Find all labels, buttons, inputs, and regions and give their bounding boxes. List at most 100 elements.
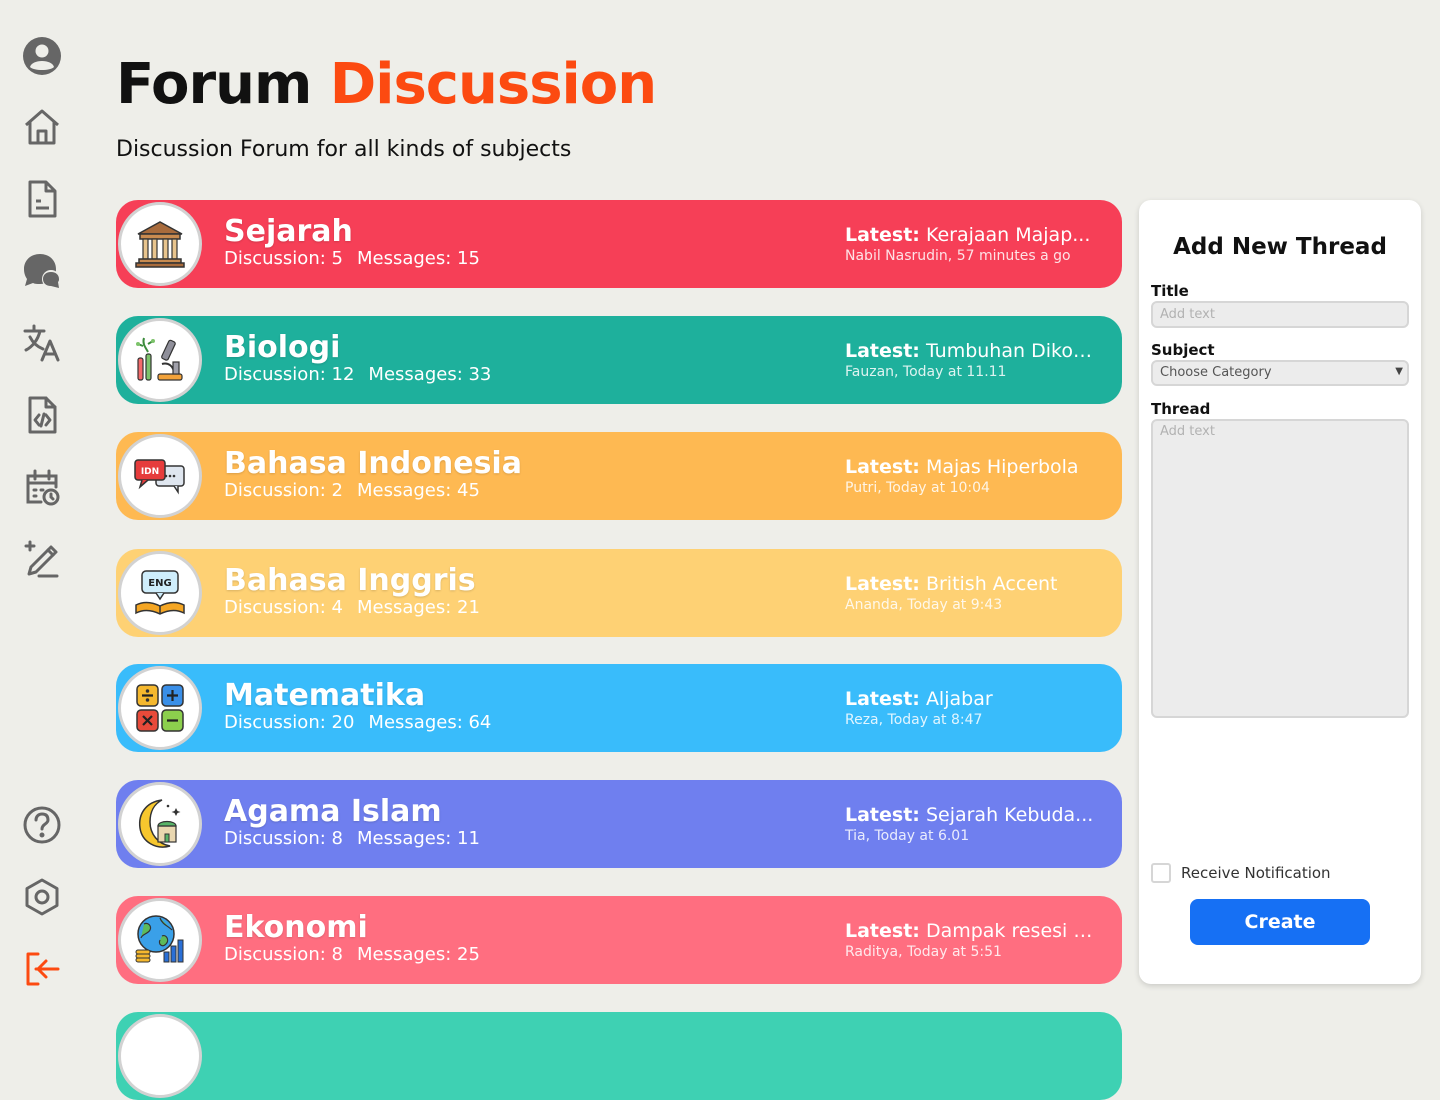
- panel-heading: Add New Thread: [1173, 234, 1387, 260]
- latest-label: Latest:: [845, 573, 920, 595]
- discussion-count: Discussion: 12: [224, 364, 355, 385]
- forum-card-sejarah[interactable]: Sejarah Discussion: 5 Messages: 15 Latest…: [116, 200, 1122, 288]
- latest-label: Latest:: [845, 224, 920, 246]
- forum-name: Agama Islam: [224, 794, 442, 829]
- forum-name: Matematika: [224, 678, 426, 713]
- forum-card-bahasa-inggris[interactable]: ENG Bahasa Inggris Discussion: 4 Messages…: [116, 549, 1122, 637]
- page-title: Forum Discussion: [116, 52, 657, 117]
- discussion-count: Discussion: 8: [224, 828, 343, 849]
- message-count: Messages: 21: [356, 597, 480, 618]
- latest-title: British Accent: [925, 573, 1058, 595]
- subject-label: Subject: [1151, 341, 1215, 359]
- chat-icon[interactable]: [21, 250, 63, 292]
- notification-label: Receive Notification: [1181, 864, 1331, 882]
- message-count: Messages: 11: [356, 828, 480, 849]
- latest-meta: Tia, Today at 6.01: [845, 828, 970, 844]
- page-title-part2: Discussion: [329, 52, 657, 117]
- thread-label: Thread: [1151, 400, 1211, 418]
- latest-thread[interactable]: Latest: British Accent: [845, 573, 1095, 595]
- forum-card-ekonomi[interactable]: Ekonomi Discussion: 8 Messages: 25 Latest…: [116, 896, 1122, 984]
- thread-textarea[interactable]: [1151, 419, 1409, 718]
- forum-name: Bahasa Inggris: [224, 563, 476, 598]
- discussion-count: Discussion: 4: [224, 597, 343, 618]
- latest-title: Tumbuhan Dikoti...: [925, 340, 1095, 362]
- calculator-symbols-icon: [118, 666, 202, 750]
- translate-icon[interactable]: [21, 322, 63, 364]
- latest-thread[interactable]: Latest: Tumbuhan Dikoti...: [845, 340, 1095, 362]
- settings-icon[interactable]: [21, 876, 63, 918]
- chevron-down-icon: ▼: [1395, 366, 1403, 377]
- message-count: Messages: 64: [368, 712, 492, 733]
- latest-meta: Ananda, Today at 9:43: [845, 597, 1003, 613]
- forum-stats: Discussion: 2 Messages: 45: [224, 480, 480, 501]
- eng-icon-text: ENG: [148, 578, 171, 589]
- receive-notification[interactable]: Receive Notification: [1151, 863, 1331, 883]
- forum-stats: Discussion: 20 Messages: 64: [224, 712, 491, 733]
- globe-chart-icon: [118, 898, 202, 982]
- latest-meta: Fauzan, Today at 11.11: [845, 364, 1007, 380]
- calendar-clock-icon[interactable]: [21, 466, 63, 508]
- latest-title: Kerajaan Majap...: [925, 224, 1091, 246]
- mosque-moon-icon: [118, 782, 202, 866]
- forum-name: Biologi: [224, 330, 341, 365]
- idn-chat-icon: IDN: [118, 434, 202, 518]
- latest-label: Latest:: [845, 804, 920, 826]
- user-icon[interactable]: [21, 35, 63, 77]
- page-title-part1: Forum: [116, 52, 330, 117]
- forum-stats: Discussion: 8 Messages: 11: [224, 828, 480, 849]
- forum-card-partial[interactable]: [116, 1012, 1122, 1100]
- latest-meta: Reza, Today at 8:47: [845, 712, 983, 728]
- latest-label: Latest:: [845, 688, 920, 710]
- forum-name: Sejarah: [224, 214, 353, 249]
- message-count: Messages: 45: [356, 480, 480, 501]
- edit-pen-icon[interactable]: [21, 538, 63, 580]
- latest-title: Sejarah Kebuda...: [925, 804, 1094, 826]
- page-subtitle: Discussion Forum for all kinds of subjec…: [116, 137, 572, 162]
- latest-label: Latest:: [845, 920, 920, 942]
- sidebar: [0, 0, 84, 1024]
- latest-title: Majas Hiperbola: [925, 456, 1079, 478]
- latest-thread[interactable]: Latest: Dampak resesi g...: [845, 920, 1095, 942]
- forum-stats: Discussion: 8 Messages: 25: [224, 944, 480, 965]
- notification-checkbox[interactable]: [1151, 863, 1171, 883]
- discussion-count: Discussion: 8: [224, 944, 343, 965]
- title-input[interactable]: [1151, 301, 1409, 328]
- forum-name: Ekonomi: [224, 910, 368, 945]
- new-thread-panel: Add New Thread Title Subject Choose Cate…: [1139, 200, 1421, 984]
- forum-card-matematika[interactable]: Matematika Discussion: 20 Messages: 64 La…: [116, 664, 1122, 752]
- latest-meta: Raditya, Today at 5:51: [845, 944, 1002, 960]
- discussion-count: Discussion: 20: [224, 712, 355, 733]
- subject-select[interactable]: Choose Category ▼: [1151, 360, 1409, 386]
- discussion-count: Discussion: 5: [224, 248, 343, 269]
- latest-thread[interactable]: Latest: Kerajaan Majap...: [845, 224, 1095, 246]
- latest-title: Dampak resesi g...: [925, 920, 1095, 942]
- create-button[interactable]: Create: [1190, 899, 1370, 945]
- latest-thread[interactable]: Latest: Aljabar: [845, 688, 1095, 710]
- message-count: Messages: 25: [356, 944, 480, 965]
- home-icon[interactable]: [21, 106, 63, 148]
- latest-meta: Putri, Today at 10:04: [845, 480, 990, 496]
- subject-select-value: Choose Category: [1160, 365, 1272, 380]
- title-label: Title: [1151, 282, 1189, 300]
- message-count: Messages: 15: [356, 248, 480, 269]
- forum-stats: Discussion: 5 Messages: 15: [224, 248, 480, 269]
- latest-title: Aljabar: [925, 688, 993, 710]
- microscope-plant-icon: [118, 318, 202, 402]
- document-icon[interactable]: [21, 178, 63, 220]
- forum-card-biologi[interactable]: Biologi Discussion: 12 Messages: 33 Lates…: [116, 316, 1122, 404]
- forum-stats: Discussion: 4 Messages: 21: [224, 597, 480, 618]
- code-file-icon[interactable]: [21, 394, 63, 436]
- forum-card-agama-islam[interactable]: Agama Islam Discussion: 8 Messages: 11 La…: [116, 780, 1122, 868]
- forum-card-bahasa-indonesia[interactable]: IDN Bahasa Indonesia Discussion: 2 Messag…: [116, 432, 1122, 520]
- latest-thread[interactable]: Latest: Majas Hiperbola: [845, 456, 1095, 478]
- help-icon[interactable]: [21, 804, 63, 846]
- idn-icon-text: IDN: [141, 467, 159, 477]
- logout-icon[interactable]: [21, 948, 63, 990]
- eng-book-icon: ENG: [118, 551, 202, 635]
- museum-icon: [118, 202, 202, 286]
- discussion-count: Discussion: 2: [224, 480, 343, 501]
- latest-meta: Nabil Nasrudin, 57 minutes a go: [845, 248, 1071, 264]
- message-count: Messages: 33: [368, 364, 492, 385]
- latest-label: Latest:: [845, 456, 920, 478]
- latest-thread[interactable]: Latest: Sejarah Kebuda...: [845, 804, 1095, 826]
